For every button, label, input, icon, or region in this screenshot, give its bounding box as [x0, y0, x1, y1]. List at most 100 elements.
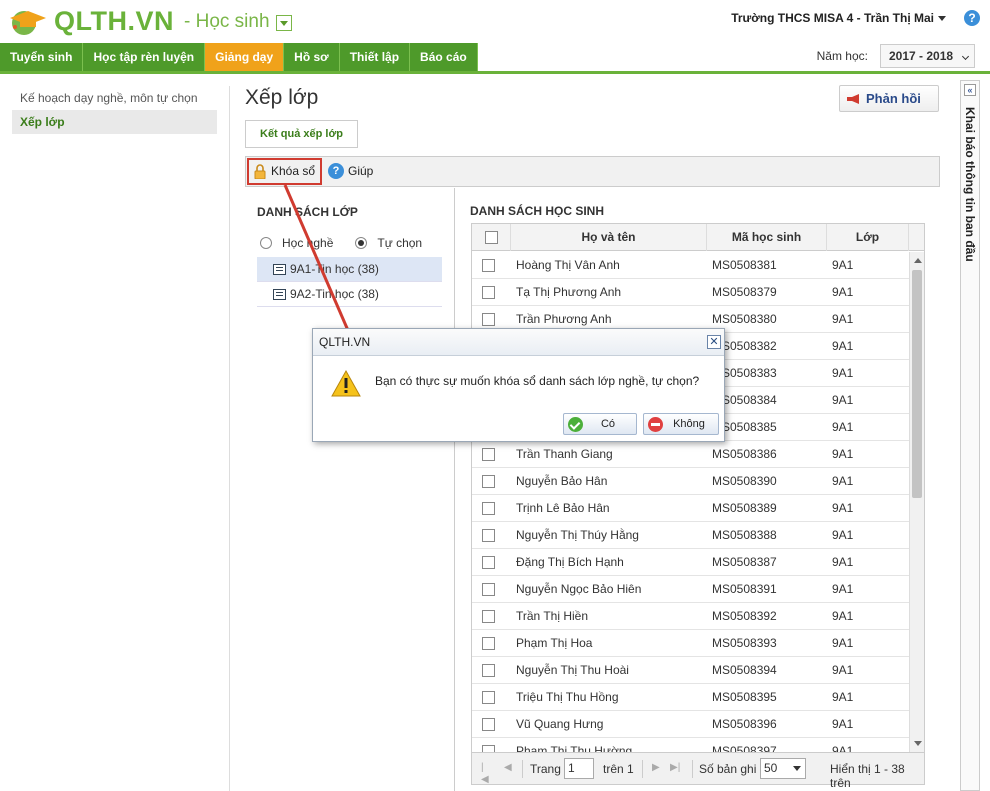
table-row[interactable]: Nguyễn Thị Thúy Hằng MS0508388 9A1 — [472, 522, 909, 549]
scroll-thumb[interactable] — [912, 270, 922, 498]
tab-tuyen-sinh[interactable]: Tuyển sinh — [0, 43, 84, 71]
feedback-label: Phản hồi — [866, 91, 921, 106]
scroll-up-icon[interactable] — [914, 258, 922, 263]
row-checkbox[interactable] — [482, 637, 495, 651]
select-all-checkbox[interactable] — [484, 231, 498, 245]
row-checkbox[interactable] — [482, 691, 495, 705]
initial-info-panel[interactable]: « Khai báo thông tin ban đầu — [960, 80, 980, 791]
student-class: 9A1 — [832, 312, 854, 326]
column-header-name[interactable]: Họ và tên — [511, 224, 707, 251]
grid-header: Họ và tên Mã học sinh Lớp — [472, 224, 924, 251]
tab-giang-day[interactable]: Giảng dạy — [205, 43, 285, 71]
initial-info-label: Khai báo thông tin ban đầu — [963, 107, 977, 262]
student-code: MS0508394 — [712, 663, 777, 677]
table-row[interactable]: Nguyễn Ngọc Bảo Hiên MS0508391 9A1 — [472, 576, 909, 603]
tab-hoc-tap-ren-luyen[interactable]: Học tập rèn luyện — [83, 43, 206, 71]
no-label: Không — [673, 418, 705, 430]
page-size-label: Số bản ghi — [699, 762, 757, 776]
student-name: Nguyễn Ngọc Bảo Hiên — [516, 582, 642, 596]
scroll-down-icon[interactable] — [914, 741, 922, 746]
table-row[interactable]: Tạ Thị Phương Anh MS0508379 9A1 — [472, 279, 909, 306]
class-item-label: 9A1-Tin học (38) — [290, 262, 379, 276]
help-icon[interactable]: ? — [964, 10, 980, 26]
prev-page-icon[interactable]: ◀ — [504, 762, 514, 774]
row-checkbox[interactable] — [482, 529, 495, 543]
table-row[interactable]: Hoàng Thị Vân Anh MS0508381 9A1 — [472, 252, 909, 279]
table-row[interactable]: Phạm Thị Hoa MS0508393 9A1 — [472, 630, 909, 657]
school-year-select[interactable]: 2017 - 2018 — [880, 44, 975, 68]
table-row[interactable]: Vũ Quang Hưng MS0508396 9A1 — [472, 711, 909, 738]
student-class: 9A1 — [832, 258, 854, 272]
student-name: Nguyễn Thị Thúy Hằng — [516, 528, 639, 542]
user-menu[interactable]: Trường THCS MISA 4 - Trần Thị Mai — [731, 11, 946, 25]
lock-icon — [254, 164, 266, 179]
radio-tu-chon[interactable] — [355, 237, 368, 249]
class-item[interactable]: 9A2-Tin học (38) — [257, 282, 442, 307]
yes-button[interactable]: Có — [563, 413, 637, 435]
radio-hoc-nghe[interactable] — [260, 237, 272, 249]
student-class: 9A1 — [832, 582, 854, 596]
vertical-scrollbar[interactable] — [909, 252, 924, 752]
table-row[interactable]: Phạm Thị Thu Hường MS0508397 9A1 — [472, 738, 909, 753]
last-page-icon[interactable]: ▶| — [670, 762, 680, 774]
tab-bao-cao[interactable]: Báo cáo — [410, 43, 478, 71]
pager: |◀ ◀ Trang 1 trên 1 ▶ ▶| Số bản ghi 50 H… — [471, 753, 925, 790]
row-checkbox[interactable] — [482, 556, 495, 570]
close-icon[interactable]: ✕ — [707, 335, 721, 349]
table-row[interactable]: Nguyễn Thị Thu Hoài MS0508394 9A1 — [472, 657, 909, 684]
radio-hoc-nghe-label: Học nghề — [282, 236, 334, 250]
list-icon — [273, 289, 286, 300]
confirm-dialog: QLTH.VN ✕ Bạn có thực sự muốn khóa sổ da… — [312, 328, 725, 442]
lock-button[interactable]: Khóa sổ — [247, 158, 322, 185]
student-class: 9A1 — [832, 501, 854, 515]
no-button[interactable]: Không — [643, 413, 719, 435]
row-checkbox[interactable] — [482, 718, 495, 732]
student-class: 9A1 — [832, 663, 854, 677]
row-checkbox[interactable] — [482, 745, 495, 752]
page-size-select[interactable]: 50 — [760, 758, 806, 779]
row-checkbox[interactable] — [482, 610, 495, 624]
row-checkbox[interactable] — [482, 448, 495, 462]
row-checkbox[interactable] — [482, 286, 495, 300]
table-row[interactable]: Trịnh Lê Bảo Hân MS0508389 9A1 — [472, 495, 909, 522]
sidebar-item-xep-lop[interactable]: Xếp lớp — [12, 110, 217, 134]
row-checkbox[interactable] — [482, 259, 495, 273]
student-class: 9A1 — [832, 420, 854, 434]
row-checkbox[interactable] — [482, 583, 495, 597]
column-header-class[interactable]: Lớp — [827, 224, 909, 251]
student-class: 9A1 — [832, 744, 854, 753]
student-class: 9A1 — [832, 609, 854, 623]
pager-separator — [642, 760, 643, 778]
table-row[interactable]: Nguyễn Bảo Hân MS0508390 9A1 — [472, 468, 909, 495]
first-page-icon[interactable]: |◀ — [481, 762, 491, 785]
class-item[interactable]: 9A1-Tin học (38) — [257, 257, 442, 282]
logo[interactable]: QLTH.VN - Học sinh — [4, 6, 292, 37]
table-row[interactable]: Triệu Thị Thu Hồng MS0508395 9A1 — [472, 684, 909, 711]
student-class: 9A1 — [832, 555, 854, 569]
help-button[interactable]: ? Giúp — [328, 163, 373, 179]
student-class: 9A1 — [832, 447, 854, 461]
student-code: MS0508386 — [712, 447, 777, 461]
tab-ho-so[interactable]: Hồ sơ — [284, 43, 340, 71]
table-row[interactable]: Trần Thị Hiền MS0508392 9A1 — [472, 603, 909, 630]
tab-ket-qua-xep-lop[interactable]: Kết quả xếp lớp — [245, 120, 358, 148]
row-checkbox[interactable] — [482, 502, 495, 516]
school-year-label: Năm học: — [816, 49, 868, 63]
table-row[interactable]: Trần Thanh Giang MS0508386 9A1 — [472, 441, 909, 468]
question-icon: ? — [328, 163, 344, 179]
module-dropdown-button[interactable] — [275, 14, 292, 31]
row-checkbox[interactable] — [482, 664, 495, 678]
page-input[interactable]: 1 — [564, 758, 594, 779]
next-page-icon[interactable]: ▶ — [652, 762, 662, 774]
column-header-code[interactable]: Mã học sinh — [707, 224, 827, 251]
expand-panel-icon[interactable]: « — [964, 84, 976, 96]
row-checkbox[interactable] — [482, 313, 495, 327]
table-row[interactable]: Đặng Thị Bích Hạnh MS0508387 9A1 — [472, 549, 909, 576]
student-code: MS0508388 — [712, 528, 777, 542]
tab-thiet-lap[interactable]: Thiết lập — [339, 43, 411, 71]
chevron-down-icon — [961, 52, 970, 61]
student-name: Triệu Thị Thu Hồng — [516, 690, 619, 704]
row-checkbox[interactable] — [482, 475, 495, 489]
sidebar-item-ke-hoach[interactable]: Kế hoạch dạy nghề, môn tự chọn — [12, 86, 217, 110]
feedback-button[interactable]: Phản hồi — [839, 85, 939, 112]
